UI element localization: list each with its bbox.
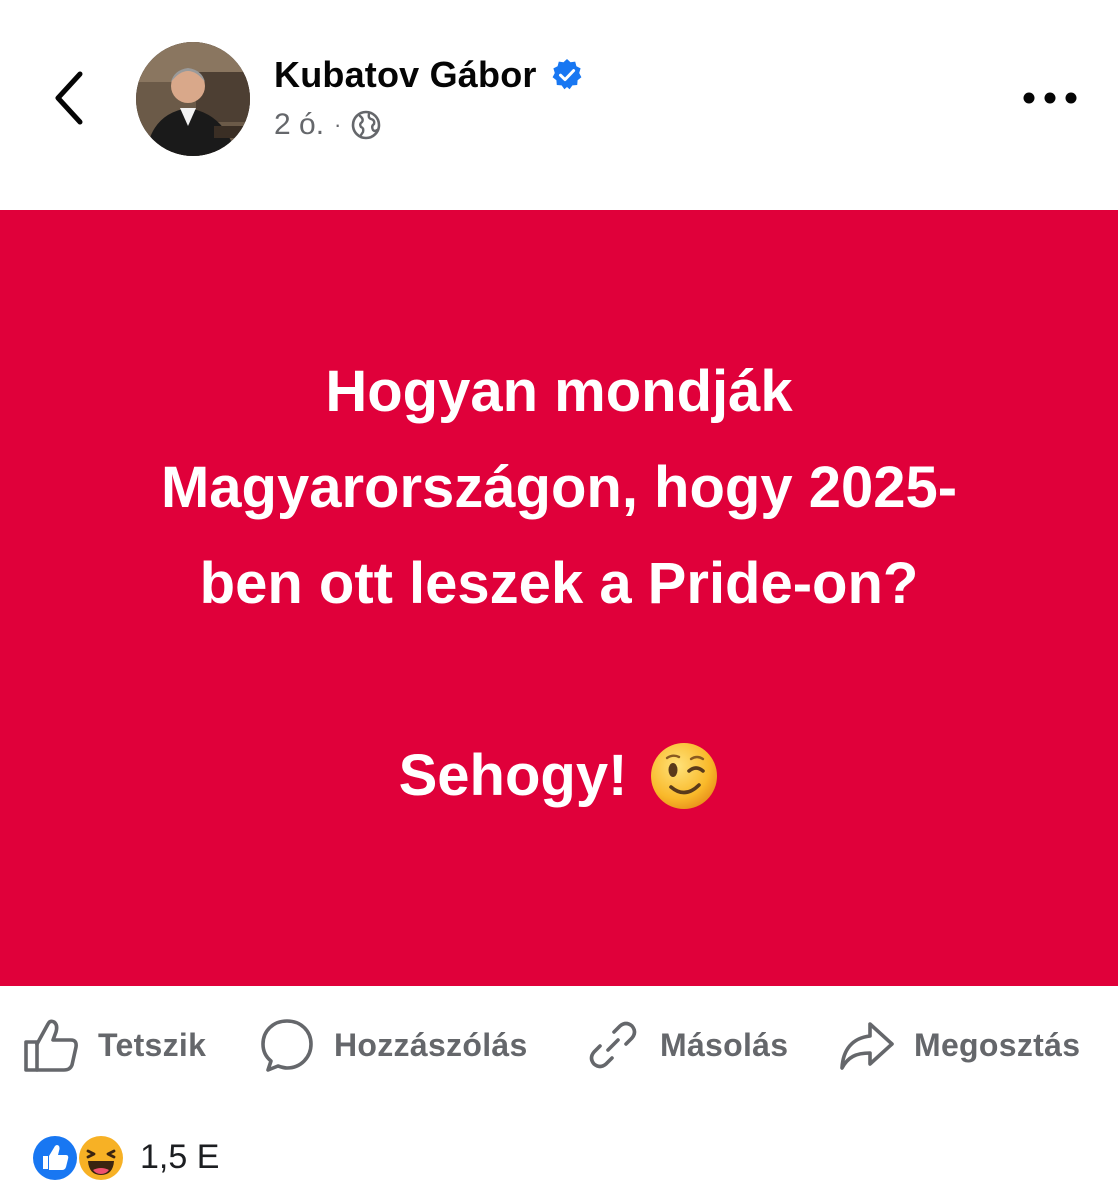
post-header: Kubatov Gábor 2 ó. · [0, 0, 1118, 210]
haha-reaction-icon [77, 1134, 125, 1182]
chevron-left-icon [55, 71, 83, 125]
copy-label: Másolás [660, 1026, 789, 1063]
back-button[interactable] [44, 66, 94, 130]
meta-separator: · [334, 112, 342, 137]
post-content-card: Hogyan mondják Magyarországon, hogy 2025… [0, 210, 1118, 986]
share-icon [840, 1022, 894, 1070]
like-reaction-icon [33, 1136, 77, 1180]
author-name[interactable]: Kubatov Gábor [274, 54, 537, 96]
like-label: Tetszik [98, 1026, 207, 1063]
reaction-icons [32, 1133, 128, 1182]
post-answer-line: Sehogy! [399, 728, 720, 824]
verified-badge-icon [552, 59, 582, 90]
reactions-summary[interactable]: 1,5 E [32, 1132, 219, 1182]
post-answer-text: Sehogy! [398, 743, 628, 808]
post-meta: 2 ó. · [274, 108, 381, 142]
author-avatar[interactable] [136, 42, 250, 156]
copy-link-button[interactable]: Másolás [584, 1004, 788, 1086]
thumbs-up-icon [24, 1019, 78, 1072]
winking-face-emoji [651, 743, 718, 809]
more-dots-icon [1023, 92, 1077, 104]
comment-label: Hozzászólás [334, 1026, 528, 1063]
comment-button[interactable]: Hozzászólás [258, 1004, 528, 1086]
comment-icon [261, 1019, 313, 1072]
share-button[interactable]: Megosztás [838, 1004, 1080, 1086]
link-icon [589, 1021, 637, 1069]
post-time[interactable]: 2 ó. [274, 108, 324, 142]
author-line: Kubatov Gábor [274, 54, 585, 96]
reaction-count: 1,5 E [140, 1137, 220, 1176]
post-question-text: Hogyan mondják Magyarországon, hogy 2025… [160, 359, 958, 616]
more-options-button[interactable] [1018, 78, 1082, 118]
globe-icon [352, 110, 381, 140]
share-label: Megosztás [914, 1026, 1081, 1063]
post-actions-bar: Tetszik Hozzászólás Másolás Megosztás [0, 1004, 1118, 1086]
like-button[interactable]: Tetszik [22, 1004, 206, 1086]
